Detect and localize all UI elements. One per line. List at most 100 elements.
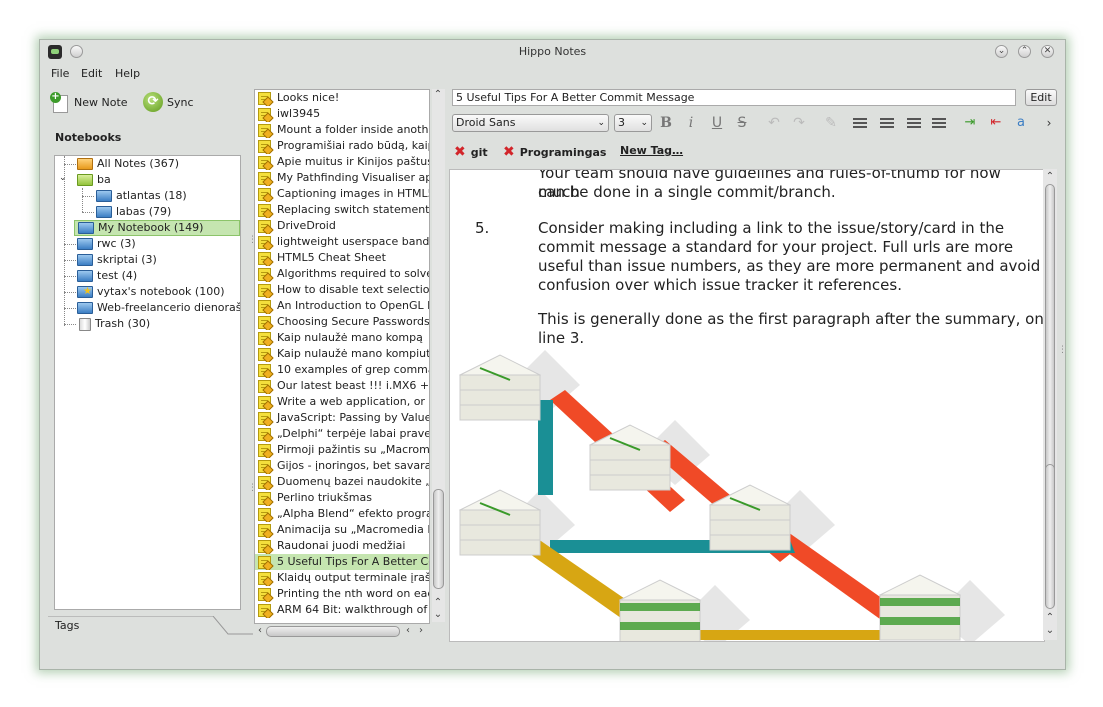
note-list-item[interactable]: Replacing switch statements w [255,202,429,218]
align-justify-icon[interactable] [932,118,946,129]
scroll-left-arrow-icon[interactable]: ‹ [254,625,266,637]
redo-icon[interactable]: ↷ [790,113,808,133]
notebook-ba[interactable]: ba [77,172,111,188]
title-bar[interactable]: Hippo Notes ⌄ ⌃ ✕ [40,40,1065,64]
note-list-item[interactable]: Kaip nulaužė mano kompą [255,330,429,346]
close-button[interactable]: ✕ [1041,45,1054,58]
note-list-item[interactable]: Write a web application, or port [255,394,429,410]
strikethrough-button[interactable]: S [733,113,751,133]
note-list-item[interactable]: Mount a folder inside another f [255,122,429,138]
notebook-my-notebook[interactable]: My Notebook (149) [74,220,240,236]
align-left-icon[interactable] [853,118,867,129]
align-right-icon[interactable] [907,118,921,129]
new-tag-link[interactable]: New Tag… [620,144,683,157]
notebook-atlantas[interactable]: atlantas (18) [96,188,187,204]
note-list-item[interactable]: Raudonai juodi medžiai [255,538,429,554]
scroll-up-arrow-icon[interactable]: ⌃ [1044,612,1056,624]
remove-tag-icon[interactable]: ✖ [503,145,515,159]
note-list-item[interactable]: Algorithms required to solve all [255,266,429,282]
note-list-item[interactable]: Gijos - įnoringos, bet savarankiš [255,458,429,474]
note-list-item[interactable]: Pirmoji pažintis su „Macromedia [255,442,429,458]
notebook-all-notes[interactable]: All Notes (367) [77,156,179,172]
note-list-item[interactable]: My Pathfinding Visualiser app t [255,170,429,186]
note-list-hscroll-thumb[interactable] [266,626,400,637]
clear-format-icon[interactable]: ✎ [822,113,840,133]
note-list-item[interactable]: Perlino triukšmas [255,490,429,506]
splitter-handle[interactable]: ⋮ [1058,345,1067,355]
minimize-button[interactable]: ⌄ [995,45,1008,58]
note-list-item[interactable]: lightweight userspace bandwidt [255,234,429,250]
note-list-item[interactable]: Kaip nulaužė mano kompiuterį [255,346,429,362]
note-list-item[interactable]: Looks nice! [255,90,429,106]
note-list-item[interactable]: Our latest beast !!! i.MX6 + Ava [255,378,429,394]
font-size-select[interactable]: 3 ⌄ [614,114,652,132]
note-list[interactable]: Looks nice! iwl3945 Mount a folder inside … [254,89,430,624]
note-list-item[interactable]: DriveDroid [255,218,429,234]
scroll-up-arrow-icon[interactable]: ⌃ [432,89,444,101]
expand-arrow-icon[interactable]: ⌄ [59,173,67,183]
italic-button[interactable]: i [682,113,700,133]
tag-programingas[interactable]: ✖ Programingas [503,144,606,160]
menu-edit[interactable]: Edit [81,67,102,80]
note-editor[interactable]: Your team should have guidelines and rul… [449,169,1045,642]
scroll-down-arrow-icon[interactable]: ⌄ [1044,625,1056,637]
scroll-up-arrow-icon[interactable]: ⌃ [1044,171,1056,183]
note-list-item[interactable]: An Introduction to OpenGL Pro [255,298,429,314]
maximize-button[interactable]: ⌃ [1018,45,1031,58]
note-list-item[interactable]: Klaidų output terminale įrašym [255,570,429,586]
note-list-hscrollbar[interactable]: ‹ ‹ › [254,625,428,638]
tags-tab[interactable]: Tags [55,619,215,637]
tag-git[interactable]: ✖ git [454,144,488,160]
notebook-trash[interactable]: Trash (30) [79,316,150,332]
note-list-item[interactable]: JavaScript: Passing by Value or [255,410,429,426]
scroll-right-arrow-icon[interactable]: › [415,625,427,637]
remove-tag-icon[interactable]: ✖ [454,145,466,159]
superscript-icon[interactable]: a [1012,113,1030,133]
font-family-select[interactable]: Droid Sans ⌄ [452,114,609,132]
scroll-up-arrow-icon[interactable]: ⌃ [432,597,444,609]
sync-button[interactable]: ⟳ Sync [143,91,194,113]
note-list-vscrollbar[interactable]: ⌃ ⌃ ⌄ [432,89,445,622]
note-list-item[interactable]: iwl3945 [255,106,429,122]
note-list-item[interactable]: 5 Useful Tips For A Better Com [255,554,429,570]
scroll-down-arrow-icon[interactable]: ⌄ [432,609,444,621]
indent-icon[interactable]: ⇥ [961,113,979,133]
note-list-item[interactable]: Captioning images in HTML5 [255,186,429,202]
bold-button[interactable]: B [657,113,675,133]
note-list-item[interactable]: Duomenų bazei naudokite „Del [255,474,429,490]
note-list-item[interactable]: HTML5 Cheat Sheet [255,250,429,266]
note-list-scroll-thumb[interactable] [433,489,444,589]
notebook-labas[interactable]: labas (79) [96,204,171,220]
note-list-item[interactable]: 10 examples of grep command [255,362,429,378]
note-title-input[interactable]: 5 Useful Tips For A Better Commit Messag… [452,89,1016,106]
notebook-skriptai[interactable]: skriptai (3) [77,252,157,268]
notebook-rwc[interactable]: rwc (3) [77,236,136,252]
folder-green-icon [77,174,93,186]
note-icon [258,123,271,137]
note-list-item[interactable]: Choosing Secure Passwords [255,314,429,330]
note-list-item[interactable]: How to disable text selection us [255,282,429,298]
menu-help[interactable]: Help [115,67,140,80]
notebook-tree[interactable]: ⌄ All Notes (367) ba atlantas (18) labas… [54,155,241,610]
menu-file[interactable]: File [51,67,69,80]
new-note-button[interactable]: + New Note [50,91,128,113]
notebook-web-freelancerio[interactable]: Web-freelancerio dienoraš… [77,300,240,316]
undo-icon[interactable]: ↶ [765,113,783,133]
more-chevron-icon[interactable]: › [1040,113,1058,133]
edit-button[interactable]: Edit [1025,89,1057,106]
note-list-item[interactable]: „Alpha Blend“ efekto programa [255,506,429,522]
note-list-item[interactable]: Programišiai rado būdą, kaip pr [255,138,429,154]
align-center-icon[interactable] [880,118,894,129]
scroll-left-arrow-icon[interactable]: ‹ [402,625,414,637]
note-list-item[interactable]: Animacija su „Macromedia Flas [255,522,429,538]
note-list-item[interactable]: „Delphi“ terpėje labai pravers „ [255,426,429,442]
editor-vscrollbar[interactable]: ⌃ ⌃ ⌄ [1043,169,1057,640]
note-list-item[interactable]: Printing the nth word on each li [255,586,429,602]
notebook-test[interactable]: test (4) [77,268,137,284]
notebook-vytax[interactable]: vytax's notebook (100) [77,284,225,300]
note-list-item[interactable]: ARM 64 Bit: walkthrough of the [255,602,429,618]
note-list-item[interactable]: Apie muitus ir Kinijos paštus pir [255,154,429,170]
editor-scroll-thumb-lower[interactable] [1045,464,1055,609]
underline-button[interactable]: U [708,113,726,133]
outdent-icon[interactable]: ⇤ [987,113,1005,133]
